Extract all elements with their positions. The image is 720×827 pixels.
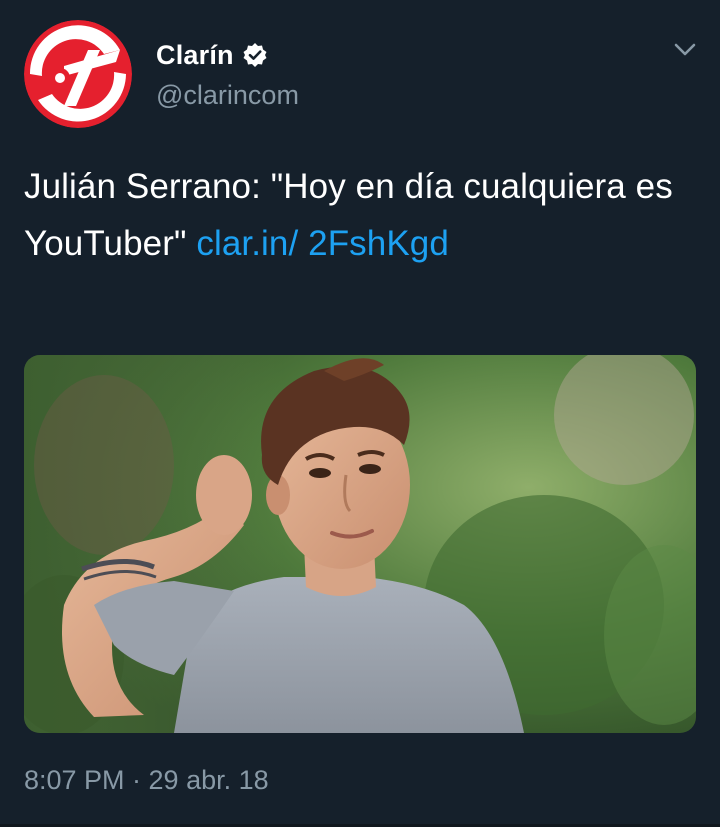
display-name[interactable]: Clarín [156,40,234,71]
avatar[interactable] [24,20,132,128]
tweet-media-photo[interactable] [24,355,696,733]
tweet-card: Clarín @clarincom Julián Serrano: "Hoy e… [0,0,720,827]
verified-badge-icon [242,42,268,68]
chevron-down-icon[interactable] [668,36,702,64]
author-handle[interactable]: @clarincom [156,80,299,111]
photo-image [24,355,696,733]
tweet-text: Julián Serrano: "Hoy en día cualquiera e… [24,158,684,272]
clarin-logo-icon [24,20,132,128]
tweet-link[interactable]: clar.in/ 2FshKgd [196,224,449,263]
tweet-timestamp[interactable]: 8:07 PM · 29 abr. 18 [24,765,269,796]
author-name-row[interactable]: Clarín [156,38,268,72]
